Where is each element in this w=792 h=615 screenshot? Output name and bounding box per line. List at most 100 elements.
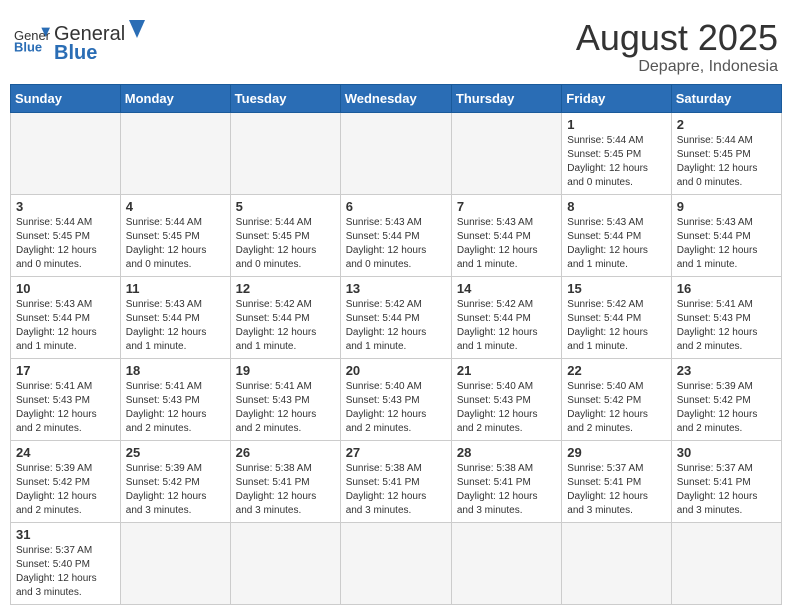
calendar-table: SundayMondayTuesdayWednesdayThursdayFrid… (10, 84, 782, 605)
day-number: 10 (16, 281, 115, 296)
day-content: Sunrise: 5:41 AM Sunset: 5:43 PM Dayligh… (126, 380, 225, 436)
day-content: Sunrise: 5:43 AM Sunset: 5:44 PM Dayligh… (567, 216, 665, 272)
calendar-cell: 26 Sunrise: 5:38 AM Sunset: 5:41 PM Dayli… (230, 440, 340, 522)
day-content: Sunrise: 5:39 AM Sunset: 5:42 PM Dayligh… (126, 462, 225, 518)
day-number: 19 (236, 363, 335, 378)
calendar-cell: 21 Sunrise: 5:40 AM Sunset: 5:43 PM Dayli… (451, 358, 561, 440)
day-number: 6 (346, 199, 446, 214)
day-number: 24 (16, 445, 115, 460)
day-content: Sunrise: 5:44 AM Sunset: 5:45 PM Dayligh… (16, 216, 115, 272)
calendar-cell: 27Sunrise: 5:38 AM Sunset: 5:41 PM Dayli… (340, 440, 451, 522)
calendar-cell: 14Sunrise: 5:42 AM Sunset: 5:44 PM Dayli… (451, 276, 561, 358)
calendar-cell: 28 Sunrise: 5:38 AM Sunset: 5:41 PM Dayli… (451, 440, 561, 522)
day-content: Sunrise: 5:42 AM Sunset: 5:44 PM Dayligh… (457, 298, 556, 354)
calendar-cell (562, 522, 671, 604)
calendar-cell: 23Sunrise: 5:39 AM Sunset: 5:42 PM Dayli… (671, 358, 781, 440)
day-content: Sunrise: 5:39 AM Sunset: 5:42 PM Dayligh… (16, 462, 115, 518)
day-number: 13 (346, 281, 446, 296)
calendar-cell: 7Sunrise: 5:43 AM Sunset: 5:44 PM Daylig… (451, 194, 561, 276)
day-number: 28 (457, 445, 556, 460)
calendar-cell (11, 112, 121, 194)
calendar-cell (451, 112, 561, 194)
calendar-cell: 6 Sunrise: 5:43 AM Sunset: 5:44 PM Daylig… (340, 194, 451, 276)
day-content: Sunrise: 5:44 AM Sunset: 5:45 PM Dayligh… (677, 134, 776, 190)
calendar-cell: 3 Sunrise: 5:44 AM Sunset: 5:45 PM Daylig… (11, 194, 121, 276)
day-number: 16 (677, 281, 776, 296)
calendar-week-row: 1 Sunrise: 5:44 AM Sunset: 5:45 PM Daylig… (11, 112, 782, 194)
header: General Blue General Blue August 2025 De… (10, 10, 782, 76)
day-number: 2 (677, 117, 776, 132)
calendar-cell (340, 522, 451, 604)
calendar-cell: 16 Sunrise: 5:41 AM Sunset: 5:43 PM Dayli… (671, 276, 781, 358)
calendar-week-row: 17Sunrise: 5:41 AM Sunset: 5:43 PM Dayli… (11, 358, 782, 440)
calendar-cell: 22 Sunrise: 5:40 AM Sunset: 5:42 PM Dayli… (562, 358, 671, 440)
day-content: Sunrise: 5:41 AM Sunset: 5:43 PM Dayligh… (677, 298, 776, 354)
day-content: Sunrise: 5:40 AM Sunset: 5:42 PM Dayligh… (567, 380, 665, 436)
day-number: 3 (16, 199, 115, 214)
day-number: 12 (236, 281, 335, 296)
logo: General Blue General Blue (14, 18, 147, 65)
weekday-header-sunday: Sunday (11, 84, 121, 112)
day-number: 4 (126, 199, 225, 214)
day-number: 21 (457, 363, 556, 378)
svg-text:Blue: Blue (14, 39, 42, 54)
calendar-cell: 4 Sunrise: 5:44 AM Sunset: 5:45 PM Daylig… (120, 194, 230, 276)
calendar-week-row: 10Sunrise: 5:43 AM Sunset: 5:44 PM Dayli… (11, 276, 782, 358)
calendar-cell: 10Sunrise: 5:43 AM Sunset: 5:44 PM Dayli… (11, 276, 121, 358)
day-number: 20 (346, 363, 446, 378)
calendar-cell: 29Sunrise: 5:37 AM Sunset: 5:41 PM Dayli… (562, 440, 671, 522)
day-content: Sunrise: 5:44 AM Sunset: 5:45 PM Dayligh… (126, 216, 225, 272)
day-number: 11 (126, 281, 225, 296)
calendar-cell: 2 Sunrise: 5:44 AM Sunset: 5:45 PM Daylig… (671, 112, 781, 194)
day-number: 1 (567, 117, 665, 132)
day-content: Sunrise: 5:40 AM Sunset: 5:43 PM Dayligh… (457, 380, 556, 436)
day-content: Sunrise: 5:42 AM Sunset: 5:44 PM Dayligh… (346, 298, 446, 354)
weekday-header-monday: Monday (120, 84, 230, 112)
calendar-cell: 9 Sunrise: 5:43 AM Sunset: 5:44 PM Daylig… (671, 194, 781, 276)
day-content: Sunrise: 5:43 AM Sunset: 5:44 PM Dayligh… (346, 216, 446, 272)
weekday-header-tuesday: Tuesday (230, 84, 340, 112)
calendar-week-row: 24 Sunrise: 5:39 AM Sunset: 5:42 PM Dayli… (11, 440, 782, 522)
day-content: Sunrise: 5:41 AM Sunset: 5:43 PM Dayligh… (16, 380, 115, 436)
calendar-cell: 12 Sunrise: 5:42 AM Sunset: 5:44 PM Dayli… (230, 276, 340, 358)
calendar-cell: 5Sunrise: 5:44 AM Sunset: 5:45 PM Daylig… (230, 194, 340, 276)
weekday-header-wednesday: Wednesday (340, 84, 451, 112)
calendar-cell (340, 112, 451, 194)
day-number: 27 (346, 445, 446, 460)
day-number: 26 (236, 445, 335, 460)
calendar-cell: 15Sunrise: 5:42 AM Sunset: 5:44 PM Dayli… (562, 276, 671, 358)
calendar-cell (230, 112, 340, 194)
location-subtitle: Depapre, Indonesia (576, 58, 778, 76)
day-content: Sunrise: 5:38 AM Sunset: 5:41 PM Dayligh… (236, 462, 335, 518)
calendar-cell (451, 522, 561, 604)
day-number: 15 (567, 281, 665, 296)
day-content: Sunrise: 5:42 AM Sunset: 5:44 PM Dayligh… (236, 298, 335, 354)
day-content: Sunrise: 5:43 AM Sunset: 5:44 PM Dayligh… (677, 216, 776, 272)
calendar-cell: 8Sunrise: 5:43 AM Sunset: 5:44 PM Daylig… (562, 194, 671, 276)
title-area: August 2025 Depapre, Indonesia (576, 18, 778, 76)
day-content: Sunrise: 5:44 AM Sunset: 5:45 PM Dayligh… (567, 134, 665, 190)
day-number: 31 (16, 527, 115, 542)
day-content: Sunrise: 5:43 AM Sunset: 5:44 PM Dayligh… (457, 216, 556, 272)
month-year-title: August 2025 (576, 18, 778, 58)
logo-triangle (125, 18, 147, 40)
day-content: Sunrise: 5:44 AM Sunset: 5:45 PM Dayligh… (236, 216, 335, 272)
calendar-cell: 25 Sunrise: 5:39 AM Sunset: 5:42 PM Dayli… (120, 440, 230, 522)
day-number: 22 (567, 363, 665, 378)
weekday-header-thursday: Thursday (451, 84, 561, 112)
day-content: Sunrise: 5:38 AM Sunset: 5:41 PM Dayligh… (457, 462, 556, 518)
day-number: 23 (677, 363, 776, 378)
day-content: Sunrise: 5:37 AM Sunset: 5:41 PM Dayligh… (677, 462, 776, 518)
day-number: 29 (567, 445, 665, 460)
calendar-cell: 30Sunrise: 5:37 AM Sunset: 5:41 PM Dayli… (671, 440, 781, 522)
day-number: 9 (677, 199, 776, 214)
calendar-cell (671, 522, 781, 604)
day-number: 25 (126, 445, 225, 460)
day-content: Sunrise: 5:40 AM Sunset: 5:43 PM Dayligh… (346, 380, 446, 436)
calendar-cell: 1 Sunrise: 5:44 AM Sunset: 5:45 PM Daylig… (562, 112, 671, 194)
weekday-header-saturday: Saturday (671, 84, 781, 112)
calendar-cell (120, 112, 230, 194)
day-number: 18 (126, 363, 225, 378)
calendar-cell: 24 Sunrise: 5:39 AM Sunset: 5:42 PM Dayli… (11, 440, 121, 522)
calendar-header-row: SundayMondayTuesdayWednesdayThursdayFrid… (11, 84, 782, 112)
